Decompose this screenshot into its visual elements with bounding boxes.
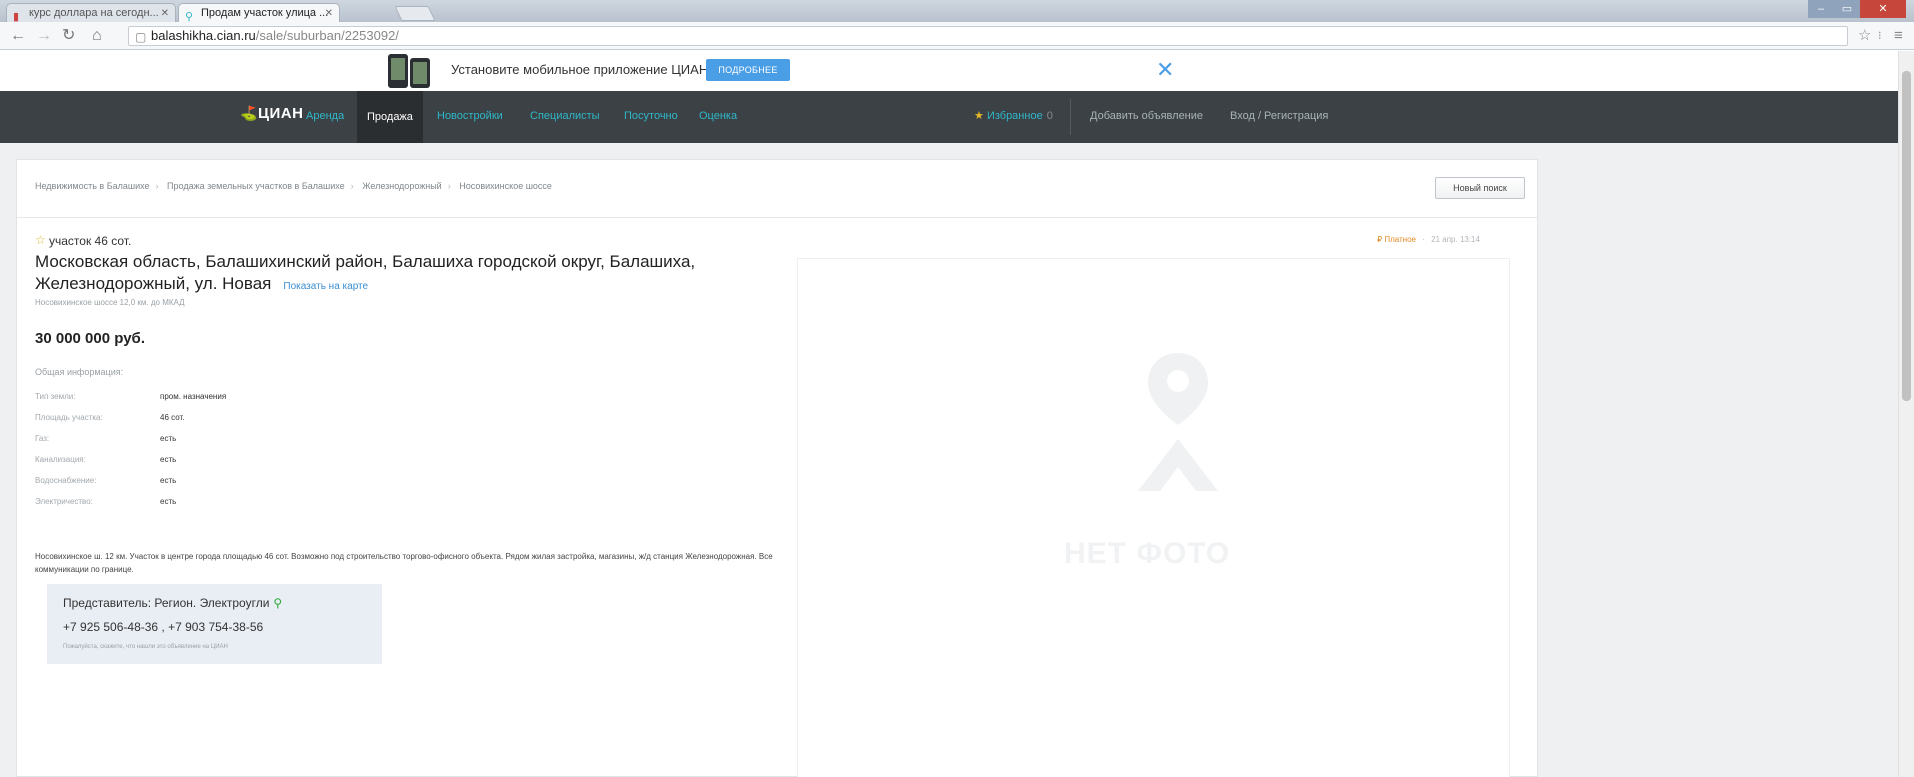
property-key: Газ:: [35, 434, 50, 443]
browser-tab-title: Продам участок улица ...: [201, 7, 329, 19]
url-path: /sale/suburban/2253092/: [255, 28, 399, 43]
logo-icon: ⛳: [240, 105, 258, 121]
favorites-link[interactable]: ★ Избранное 0: [974, 109, 1053, 122]
favorites-star-icon: ★: [974, 110, 984, 122]
listing-subtitle: участок 46 сот.: [49, 234, 132, 248]
url-host: balashikha.cian.ru: [151, 28, 256, 43]
extension-icon[interactable]: ⁝: [1878, 26, 1882, 46]
breadcrumb-item[interactable]: Недвижимость в Балашихе: [35, 181, 150, 191]
breadcrumb-item[interactable]: Продажа земельных участков в Балашихе: [167, 181, 345, 191]
divider: [17, 217, 1537, 218]
favorites-label: Избранное: [986, 110, 1043, 122]
verified-pin-icon: ⚲: [273, 596, 283, 610]
show-on-map-link[interactable]: Показать на карте: [283, 281, 368, 292]
browser-tab-title: курс доллара на сегодн...: [29, 7, 159, 19]
listing-card: Недвижимость в Балашихе › Продажа земельн…: [16, 159, 1538, 777]
breadcrumb-item[interactable]: Железнодорожный: [362, 181, 442, 191]
home-icon[interactable]: ⌂: [92, 26, 102, 46]
favorites-count: 0: [1046, 110, 1053, 122]
property-row: Водоснабжение: есть: [35, 476, 335, 494]
back-icon[interactable]: ←: [10, 26, 26, 46]
property-row: Электричество: есть: [35, 497, 335, 515]
close-icon[interactable]: ✕: [1156, 57, 1174, 83]
agent-note: Пожалуйста, скажите, что нашли это объяв…: [63, 644, 228, 650]
new-tab-button[interactable]: [394, 6, 436, 21]
new-search-button[interactable]: Новый поиск: [1435, 177, 1525, 199]
address-bar[interactable]: ▢ balashikha.cian.ru/sale/suburban/22530…: [128, 26, 1848, 46]
nav-new-buildings[interactable]: Новостройки: [437, 110, 503, 122]
breadcrumb: Недвижимость в Балашихе › Продажа земельн…: [35, 181, 552, 191]
reload-icon[interactable]: ↻: [62, 26, 75, 46]
property-row: Тип земли: пром. назначения: [35, 392, 335, 410]
phone-app-icon: [388, 54, 434, 88]
promo-text: Установите мобильное приложение ЦИАН: [451, 62, 709, 77]
minimize-icon[interactable]: –: [1808, 0, 1834, 18]
login-link[interactable]: Вход / Регистрация: [1230, 110, 1328, 122]
info-heading: Общая информация:: [35, 367, 124, 377]
property-value: 46 сот.: [160, 413, 185, 422]
agent-name-text[interactable]: Представитель: Регион. Электроугли: [63, 596, 269, 610]
property-key: Электричество:: [35, 497, 93, 506]
promo-details-button[interactable]: ПОДРОБНЕЕ: [706, 59, 790, 81]
property-value: есть: [160, 434, 177, 443]
favorite-star-icon[interactable]: ☆: [35, 233, 46, 247]
property-key: Канализация:: [35, 455, 86, 464]
close-window-icon[interactable]: ✕: [1860, 0, 1906, 18]
highway-distance: Носовихинское шоссе 12,0 км. до МКАД: [35, 298, 185, 307]
browser-tab-active[interactable]: ⚲ Продам участок улица ... ✕: [178, 3, 340, 22]
property-row: Газ: есть: [35, 434, 335, 452]
close-tab-icon[interactable]: ✕: [325, 4, 333, 22]
location-pin-icon: ⚲: [185, 11, 194, 22]
browser-toolbar: ← → ↻ ⌂ ▢ balashikha.cian.ru/sale/suburb…: [0, 22, 1914, 50]
property-value: есть: [160, 497, 177, 506]
no-photo-icon: [1138, 353, 1218, 491]
paid-icon: ₽: [1377, 235, 1383, 244]
scrollbar-thumb[interactable]: [1902, 71, 1911, 401]
site-header: ⛳ЦИАН Аренда Продажа Новостройки Специал…: [0, 91, 1898, 143]
property-value: есть: [160, 455, 177, 464]
listing-price: 30 000 000 руб.: [35, 330, 145, 347]
cian-logo[interactable]: ⛳ЦИАН: [240, 105, 303, 122]
breadcrumb-item[interactable]: Носовихинское шоссе: [459, 181, 552, 191]
listing-meta: ₽ Платное · 21 апр. 13:14: [1377, 235, 1480, 244]
favicon-icon: ▮: [13, 11, 20, 22]
property-value: пром. назначения: [160, 392, 227, 401]
page-body: Недвижимость в Балашихе › Продажа земельн…: [0, 143, 1898, 777]
nav-rent[interactable]: Аренда: [306, 110, 344, 122]
forward-icon[interactable]: →: [36, 26, 52, 46]
bookmark-star-icon[interactable]: ☆: [1858, 26, 1871, 46]
paid-label[interactable]: Платное: [1384, 235, 1416, 244]
maximize-icon[interactable]: ▭: [1834, 0, 1860, 18]
agent-name: Представитель: Регион. Электроугли ⚲: [63, 596, 282, 610]
property-row: Канализация: есть: [35, 455, 335, 473]
listing-description: Носовихинское ш. 12 км. Участок в центре…: [35, 552, 773, 574]
photo-placeholder: НЕТ ФОТО: [797, 258, 1510, 777]
nav-valuation[interactable]: Оценка: [699, 110, 737, 122]
property-key: Тип земли:: [35, 392, 76, 401]
nav-daily[interactable]: Посуточно: [624, 110, 678, 122]
nav-specialists[interactable]: Специалисты: [530, 110, 600, 122]
app-promo-banner: Установите мобильное приложение ЦИАН ПОД…: [0, 51, 1898, 91]
close-tab-icon[interactable]: ✕: [161, 4, 169, 22]
logo-text: ЦИАН: [258, 105, 304, 122]
property-key: Площадь участка:: [35, 413, 103, 422]
listing-address: Московская область, Балашихинский район,…: [35, 251, 795, 298]
header-divider: [1070, 99, 1071, 135]
browser-tab-bar: ▮ курс доллара на сегодн... ✕ ⚲ Продам у…: [0, 0, 1914, 22]
menu-icon[interactable]: ≡: [1894, 26, 1903, 46]
browser-tab[interactable]: ▮ курс доллара на сегодн... ✕: [6, 3, 176, 22]
listing-date: 21 апр. 13:14: [1431, 235, 1480, 244]
nav-sale[interactable]: Продажа: [357, 91, 423, 143]
add-listing-link[interactable]: Добавить объявление: [1090, 110, 1203, 122]
property-value: есть: [160, 476, 177, 485]
property-key: Водоснабжение:: [35, 476, 97, 485]
page-icon: ▢: [135, 30, 147, 44]
page-scrollbar[interactable]: [1898, 51, 1914, 777]
agent-contact-box: Представитель: Регион. Электроугли ⚲ +7 9…: [47, 584, 382, 664]
property-row: Площадь участка: 46 сот.: [35, 413, 335, 431]
no-photo-text: НЕТ ФОТО: [1064, 537, 1231, 570]
